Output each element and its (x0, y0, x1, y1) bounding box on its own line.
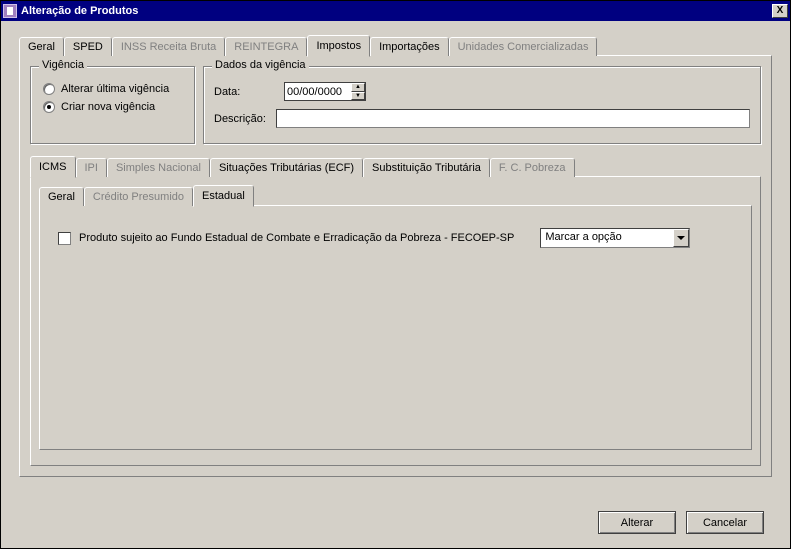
tab-geral[interactable]: Geral (19, 37, 64, 56)
main-tab-page: Vigência Alterar última vigência Criar n… (19, 55, 772, 477)
tab-icms[interactable]: ICMS (30, 156, 76, 178)
main-tab-strip: Geral SPED INSS Receita Bruta REINTEGRA … (19, 35, 772, 56)
tab-icms-geral[interactable]: Geral (39, 187, 84, 206)
inner2-tab-page: Produto sujeito ao Fundo Estadual de Com… (39, 205, 752, 450)
fieldset-vigencia: Vigência Alterar última vigência Criar n… (30, 66, 195, 144)
descricao-input[interactable] (276, 109, 750, 128)
tab-reintegra: REINTEGRA (225, 37, 307, 56)
tab-fcpobreza: F. C. Pobreza (490, 158, 575, 177)
alterar-button[interactable]: Alterar (598, 511, 676, 534)
radio-icon (43, 101, 55, 113)
window-frame: Alteração de Produtos X Geral SPED INSS … (0, 0, 791, 549)
dialog-buttons: Alterar Cancelar (598, 511, 764, 534)
radio-alterar-vigencia[interactable]: Alterar última vigência (43, 83, 184, 95)
content-area: Geral SPED INSS Receita Bruta REINTEGRA … (1, 21, 790, 548)
tab-inss: INSS Receita Bruta (112, 37, 225, 56)
title-bar: Alteração de Produtos X (1, 1, 790, 21)
tab-importacoes[interactable]: Importações (370, 37, 449, 56)
tab-credito-presumido: Crédito Presumido (84, 187, 193, 206)
fieldset-dados-vigencia: Dados da vigência Data: ▲ ▼ (203, 66, 761, 144)
close-button[interactable]: X (772, 4, 788, 18)
dados-legend: Dados da vigência (212, 59, 309, 71)
radio-criar-label: Criar nova vigência (61, 101, 155, 113)
main-tabs: Geral SPED INSS Receita Bruta REINTEGRA … (19, 35, 772, 477)
descricao-label: Descrição: (214, 113, 276, 125)
app-icon (3, 4, 17, 18)
fecoep-checkbox[interactable] (58, 232, 71, 245)
data-input-wrap: ▲ ▼ (284, 82, 366, 101)
inner-tabs: ICMS IPI Simples Nacional Situações Trib… (30, 156, 761, 466)
tab-impostos[interactable]: Impostos (307, 35, 370, 57)
data-label: Data: (214, 86, 284, 98)
tab-simples: Simples Nacional (107, 158, 210, 177)
vigencia-legend: Vigência (39, 59, 87, 71)
inner2-tabs: Geral Crédito Presumido Estadual Produto… (39, 185, 752, 450)
inner2-tab-strip: Geral Crédito Presumido Estadual (39, 185, 752, 206)
radio-alterar-label: Alterar última vigência (61, 83, 169, 95)
tab-ipi: IPI (76, 158, 107, 177)
chevron-down-icon (673, 229, 689, 247)
inner-tab-page: Geral Crédito Presumido Estadual Produto… (30, 176, 761, 466)
tab-substituicao[interactable]: Substituição Tributária (363, 158, 490, 177)
fecoep-dropdown[interactable]: Marcar a opção (540, 228, 690, 248)
spin-down[interactable]: ▼ (351, 92, 365, 101)
fecoep-checkbox-label: Produto sujeito ao Fundo Estadual de Com… (79, 232, 514, 244)
cancelar-button[interactable]: Cancelar (686, 511, 764, 534)
spin-up[interactable]: ▲ (351, 83, 365, 92)
radio-icon (43, 83, 55, 95)
data-input[interactable] (285, 83, 351, 100)
window-title: Alteração de Produtos (21, 5, 772, 17)
tab-unidades: Unidades Comercializadas (449, 37, 598, 56)
tab-estadual[interactable]: Estadual (193, 185, 254, 207)
inner-tab-strip: ICMS IPI Simples Nacional Situações Trib… (30, 156, 761, 177)
radio-criar-vigencia[interactable]: Criar nova vigência (43, 101, 184, 113)
fecoep-dropdown-value: Marcar a opção (541, 229, 673, 247)
tab-sped[interactable]: SPED (64, 37, 112, 56)
date-spinner: ▲ ▼ (351, 83, 365, 100)
tab-situacoes[interactable]: Situações Tributárias (ECF) (210, 158, 363, 177)
